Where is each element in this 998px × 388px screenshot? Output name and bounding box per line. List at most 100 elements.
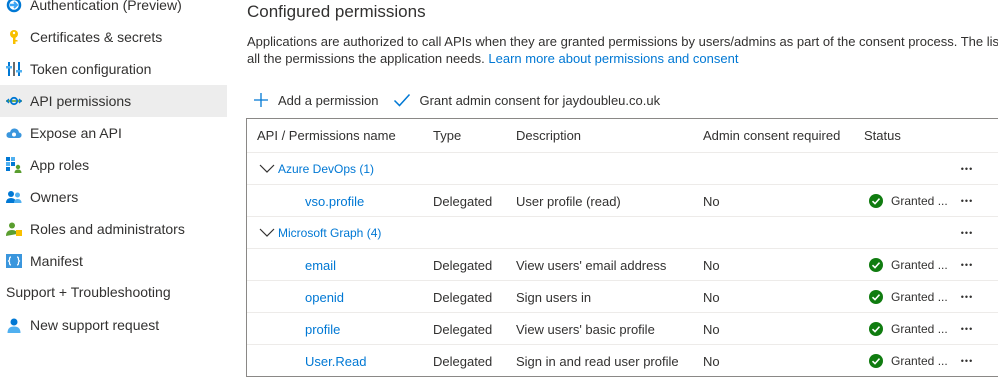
permission-description: User profile (read): [516, 193, 621, 209]
sidebar-item-new-support-request[interactable]: New support request: [0, 309, 227, 341]
permission-description: Sign users in: [516, 289, 592, 305]
sidebar-item-token-configuration[interactable]: Token configuration: [0, 53, 227, 85]
sidebar-item-manifest[interactable]: Manifest: [0, 245, 227, 277]
key-icon: [6, 29, 22, 45]
permission-name-link[interactable]: vso.profile: [305, 185, 364, 217]
sidebar-item-label: Expose an API: [30, 125, 122, 141]
sidebar-item-owners[interactable]: Owners: [0, 181, 227, 213]
sidebar-item-label: Token configuration: [30, 61, 152, 77]
grant-admin-consent-button[interactable]: Grant admin consent for jaydoubleu.co.uk: [393, 91, 660, 109]
permission-type: Delegated: [433, 289, 493, 305]
more-options-icon[interactable]: •••: [955, 185, 979, 217]
sidebar-item-label: App roles: [30, 157, 90, 173]
permission-name-link[interactable]: profile: [305, 313, 340, 345]
column-header-type[interactable]: Type: [433, 119, 461, 152]
permission-name-link[interactable]: openid: [305, 281, 344, 313]
column-header-description[interactable]: Description: [516, 119, 581, 152]
token-bars-icon: [6, 61, 22, 77]
granted-check-icon: [869, 258, 883, 272]
admin-consent-value: No: [703, 257, 720, 273]
chevron-down-icon: [259, 225, 275, 241]
sidebar-item-authentication[interactable]: Authentication (Preview): [0, 0, 227, 21]
more-options-icon[interactable]: •••: [955, 345, 979, 377]
group-name: Microsoft Graph (4): [278, 226, 382, 240]
sidebar-item-label: Authentication (Preview): [30, 0, 182, 13]
permission-description: Sign in and read user profile: [516, 353, 679, 369]
column-header-status[interactable]: Status: [864, 119, 901, 152]
more-glyph: •••: [960, 324, 974, 334]
more-options-icon[interactable]: •••: [955, 313, 979, 345]
page-title: Configured permissions: [247, 2, 426, 21]
group-name: Azure DevOps (1): [278, 162, 375, 176]
description-line-2: all the permissions the application need…: [247, 50, 998, 67]
api-permissions-icon: [6, 93, 22, 109]
admin-consent-value: No: [703, 289, 720, 305]
command-bar: Add a permission Grant admin consent for…: [252, 88, 660, 112]
status-badge: Granted ...: [869, 249, 948, 281]
status-text: Granted ...: [891, 258, 948, 272]
admin-consent-value: No: [703, 321, 720, 337]
status-text: Granted ...: [891, 194, 948, 208]
sidebar-item-expose-an-api[interactable]: Expose an API: [0, 117, 227, 149]
sidebar-item-roles-and-administrators[interactable]: Roles and administrators: [0, 213, 227, 245]
sidebar-item-api-permissions[interactable]: API permissions: [0, 85, 227, 117]
more-options-icon[interactable]: •••: [955, 217, 979, 249]
owners-icon: [6, 189, 22, 205]
sidebar-item-app-roles[interactable]: App roles: [0, 149, 227, 181]
authentication-icon: [6, 0, 22, 13]
manifest-icon: [6, 253, 22, 269]
permission-name-link[interactable]: User.Read: [305, 345, 366, 377]
description-line-2-text: all the permissions the application need…: [247, 51, 485, 66]
plus-icon: [252, 91, 270, 109]
sidebar-item-label: API permissions: [30, 93, 132, 109]
permission-type: Delegated: [433, 257, 493, 273]
sidebar-item-label: Roles and administrators: [30, 221, 185, 237]
status-badge: Granted ...: [869, 281, 948, 313]
sidebar-item-label: New support request: [30, 317, 160, 333]
description: Applications are authorized to call APIs…: [247, 33, 998, 67]
status-text: Granted ...: [891, 354, 948, 368]
group-row-azure-devops[interactable]: Azure DevOps (1): [259, 153, 374, 185]
permission-name-link[interactable]: email: [305, 249, 336, 281]
permission-type: Delegated: [433, 353, 493, 369]
status-badge: Granted ...: [869, 345, 948, 377]
more-glyph: •••: [960, 292, 974, 302]
status-badge: Granted ...: [869, 185, 948, 217]
status-text: Granted ...: [891, 290, 948, 304]
permission-description: View users' basic profile: [516, 321, 655, 337]
more-glyph: •••: [960, 356, 974, 366]
more-glyph: •••: [960, 260, 974, 270]
more-options-icon[interactable]: •••: [955, 281, 979, 313]
group-row-microsoft-graph[interactable]: Microsoft Graph (4): [259, 217, 381, 249]
add-permission-label: Add a permission: [278, 92, 379, 108]
roles-admin-icon: [6, 221, 22, 237]
more-options-icon[interactable]: •••: [955, 153, 979, 185]
person-support-icon: [6, 317, 22, 333]
sidebar: Authentication (Preview) Certificates & …: [0, 0, 227, 388]
column-header-api-name[interactable]: API / Permissions name: [257, 119, 396, 152]
description-line-1: Applications are authorized to call APIs…: [247, 34, 998, 49]
learn-more-link[interactable]: Learn more about permissions and consent: [488, 51, 738, 66]
granted-check-icon: [869, 322, 883, 336]
sidebar-item-label: Owners: [30, 189, 79, 205]
status-text: Granted ...: [891, 322, 948, 336]
granted-check-icon: [869, 290, 883, 304]
more-options-icon[interactable]: •••: [955, 249, 979, 281]
sidebar-item-certificates[interactable]: Certificates & secrets: [0, 21, 227, 53]
permission-type: Delegated: [433, 193, 493, 209]
sidebar-item-label: Manifest: [30, 253, 83, 269]
column-header-admin-consent[interactable]: Admin consent required: [703, 119, 840, 152]
add-permission-button[interactable]: Add a permission: [252, 91, 378, 109]
admin-consent-value: No: [703, 353, 720, 369]
granted-check-icon: [869, 354, 883, 368]
sidebar-section-support: Support + Troubleshooting: [6, 284, 171, 300]
permission-type: Delegated: [433, 321, 493, 337]
permissions-table: API / Permissions name Type Description …: [246, 118, 998, 377]
status-badge: Granted ...: [869, 313, 948, 345]
granted-check-icon: [869, 194, 883, 208]
permission-description: View users' email address: [516, 257, 667, 273]
chevron-down-icon: [259, 161, 275, 177]
sidebar-item-label: Certificates & secrets: [30, 29, 163, 45]
admin-consent-value: No: [703, 193, 720, 209]
more-glyph: •••: [960, 196, 974, 206]
